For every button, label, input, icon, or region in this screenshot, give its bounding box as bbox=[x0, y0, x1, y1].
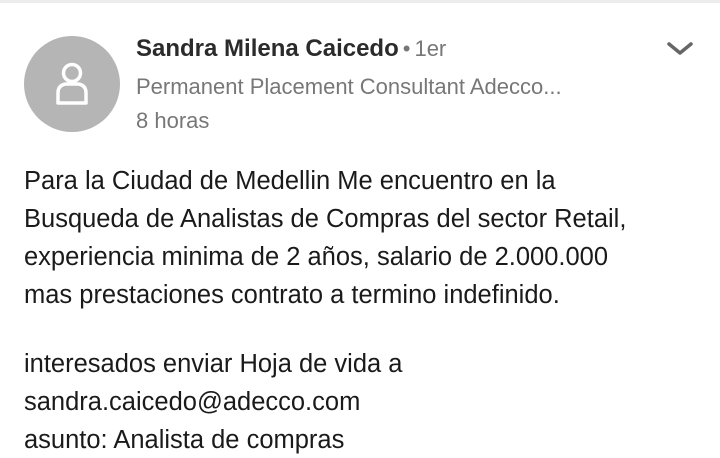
body-line: Busqueda de Analistas de Compras del sec… bbox=[24, 205, 627, 233]
body-line: asunto: Analista de compras bbox=[24, 426, 345, 454]
divider bbox=[0, 0, 720, 3]
body-line: experiencia minima de 2 años, salario de… bbox=[24, 243, 609, 271]
person-silhouette-icon bbox=[56, 62, 88, 105]
separator-dot: • bbox=[402, 36, 411, 61]
connection-degree: 1er bbox=[414, 36, 447, 61]
post-menu-button[interactable] bbox=[664, 38, 696, 62]
author-row: Sandra Milena Caicedo • 1er bbox=[136, 32, 656, 66]
author-name[interactable]: Sandra Milena Caicedo bbox=[136, 35, 399, 62]
feed-post: Sandra Milena Caicedo • 1er Permanent Plac… bbox=[0, 0, 720, 458]
author-headline: Permanent Placement Consultant Adecco... bbox=[136, 74, 562, 99]
email-link[interactable]: sandra.caicedo@adecco.com bbox=[24, 383, 704, 421]
body-line: mas prestaciones contrato a termino inde… bbox=[24, 281, 560, 309]
post-body: Para la Ciudad de Medellin Me encuentro … bbox=[24, 162, 704, 458]
avatar[interactable] bbox=[24, 36, 120, 132]
post-header: Sandra Milena Caicedo • 1er Permanent Plac… bbox=[136, 32, 656, 136]
post-timestamp: 8 horas bbox=[136, 108, 210, 133]
body-line: interesados enviar Hoja de vida a bbox=[24, 350, 403, 378]
body-line: Para la Ciudad de Medellin Me encuentro … bbox=[24, 167, 556, 195]
chevron-down-icon bbox=[667, 42, 693, 55]
